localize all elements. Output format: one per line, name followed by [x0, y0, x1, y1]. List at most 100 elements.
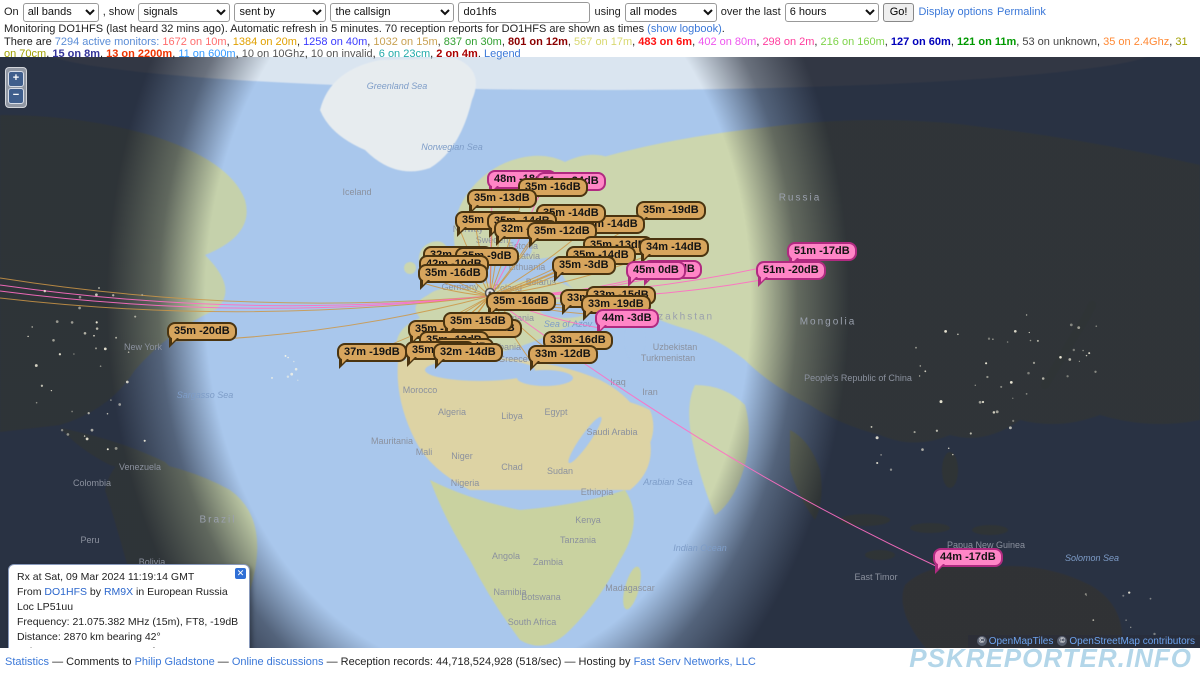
monitor-band-count: 837 on 30m: [444, 36, 502, 48]
map-place-label: Chad: [501, 462, 523, 472]
using-label: using: [594, 6, 620, 18]
monitor-band-count: 35 on 2.4Ghz: [1103, 36, 1169, 48]
monitor-band-count: 567 on 17m: [574, 36, 632, 48]
monitor-band-count: 1258 on 40m: [303, 36, 367, 48]
monitor-band-count: 402 on 80m: [698, 36, 756, 48]
footer-text: — Reception records: 44,718,524,928 (518…: [324, 656, 634, 668]
footer-link[interactable]: Philip Gladstone: [135, 656, 215, 668]
monitor-band-count: 13 on 2200m: [106, 48, 172, 60]
map-place-label: Russia: [779, 193, 822, 204]
monitor-band-count: 1672 on 10m: [162, 36, 226, 48]
direction-select[interactable]: sent by: [234, 3, 326, 22]
monitor-band-count: 11 on 600m: [178, 48, 235, 60]
monitor-band-count: 801 on 12m: [508, 36, 568, 48]
report-balloon[interactable]: 35m -16dB: [486, 292, 556, 311]
map-place-label: Turkmenistan: [641, 353, 695, 363]
monitor-band-count: 1384 on 20m: [233, 36, 297, 48]
report-balloon[interactable]: 34m -14dB: [639, 238, 709, 257]
report-balloon[interactable]: 35m -15dB: [443, 312, 513, 331]
map-place-label: Arabian Sea: [643, 477, 693, 487]
report-balloon[interactable]: 35m -16dB: [418, 264, 488, 283]
map-place-label: Botswana: [521, 592, 561, 602]
map-place-label: Mongolia: [800, 317, 857, 328]
timespan-select[interactable]: 6 hours: [785, 3, 879, 22]
report-balloon[interactable]: 44m -17dB: [933, 548, 1003, 567]
zoom-out-button[interactable]: −: [8, 88, 24, 104]
receiver-callsign-link[interactable]: RM9X: [104, 586, 133, 598]
map-place-label: East Timor: [854, 572, 897, 582]
monitors-counts: 1672 on 10m, 1384 on 20m, 1258 on 40m, 1…: [4, 36, 1188, 60]
report-balloon[interactable]: 44m -3dB: [595, 309, 659, 328]
map-place-label: Colombia: [73, 478, 111, 488]
monitor-band-count: 53 on unknown: [1022, 36, 1097, 48]
signals-select[interactable]: signals: [138, 3, 230, 22]
map-place-label: Nigeria: [451, 478, 480, 488]
monitoring-text: Monitoring DO1HFS (last heard 32 mins ag…: [4, 23, 647, 35]
map-place-label: Sudan: [547, 466, 573, 476]
map-place-label: Brazil: [199, 515, 236, 526]
sender-callsign-link[interactable]: DO1HFS: [44, 586, 87, 598]
display-options-link[interactable]: Display options: [918, 6, 993, 18]
report-balloon[interactable]: 32m -14dB: [433, 343, 503, 362]
report-balloon[interactable]: 35m -20dB: [167, 322, 237, 341]
zoom-in-button[interactable]: +: [8, 71, 24, 87]
monitor-band-count: 298 on 2m: [762, 36, 814, 48]
map-place-label: Norwegian Sea: [421, 142, 483, 152]
footer-link[interactable]: Statistics: [5, 656, 49, 668]
report-balloon[interactable]: 35m -13dB: [467, 189, 537, 208]
report-balloon[interactable]: 35m -19dB: [636, 201, 706, 220]
show-logbook-link[interactable]: (show logbook): [647, 23, 722, 35]
band-select[interactable]: all bands: [23, 3, 99, 22]
close-icon[interactable]: ✕: [235, 568, 246, 579]
monitoring-text: .: [722, 23, 725, 35]
map-place-label: Iceland: [342, 187, 371, 197]
map-place-label: Egypt: [544, 407, 567, 417]
map-place-label: Mauritania: [371, 436, 413, 446]
monitor-band-count: 216 on 160m: [821, 36, 885, 48]
popup-distance: Distance: 2870 km bearing 42°: [17, 630, 241, 645]
map-place-label: Libya: [501, 411, 523, 421]
entity-select[interactable]: the callsign: [330, 3, 454, 22]
callsign-input[interactable]: [458, 2, 590, 23]
footer-link[interactable]: Fast Serv Networks, LLC: [634, 656, 756, 668]
monitor-band-count: 10 on 10Ghz: [242, 48, 305, 60]
active-monitors-line: There are 7294 active monitors: 1672 on …: [4, 36, 1196, 60]
popup-rx-time: Rx at Sat, 09 Mar 2024 11:19:14 GMT: [17, 570, 241, 585]
footer-link[interactable]: Online discussions: [232, 656, 324, 668]
monitor-band-count: 10 on invalid: [311, 48, 373, 60]
map-place-label: Zambia: [533, 557, 563, 567]
over-label: over the last: [721, 6, 781, 18]
monitors-prefix: There are: [4, 36, 55, 48]
go-button[interactable]: Go!: [883, 3, 915, 22]
map-place-label: Sargasso Sea: [177, 390, 234, 400]
map-place-label: People's Republic of China: [804, 373, 912, 383]
show-label: , show: [103, 6, 135, 18]
map-place-label: Morocco: [403, 385, 438, 395]
world-map[interactable]: Greenland SeaNorwegian SeaIcelandNorwayS…: [0, 0, 1200, 675]
mode-select[interactable]: all modes: [625, 3, 717, 22]
monitor-band-count: 483 on 6m: [638, 36, 692, 48]
report-balloon[interactable]: 37m -19dB: [337, 343, 407, 362]
map-place-label: Solomon Sea: [1065, 553, 1119, 563]
popup-frequency: Frequency: 21.075.382 MHz (15m), FT8, -1…: [17, 615, 241, 630]
map-place-label: Venezuela: [119, 462, 161, 472]
monitor-band-count: 2 on 4m: [436, 48, 478, 60]
map-place-label: Algeria: [438, 407, 466, 417]
map-place-label: Greece: [498, 354, 528, 364]
report-balloon[interactable]: 33m -12dB: [528, 345, 598, 364]
report-balloon[interactable]: 35m -3dB: [552, 256, 616, 275]
permalink-link[interactable]: Permalink: [997, 6, 1046, 18]
report-balloon[interactable]: 51m -20dB: [756, 261, 826, 280]
map-place-label: Saudi Arabia: [586, 427, 637, 437]
monitor-band-count: 121 on 11m: [957, 36, 1016, 48]
report-balloon[interactable]: 45m 0dB: [626, 261, 686, 280]
map-place-label: Iraq: [610, 377, 626, 387]
report-balloon[interactable]: 51m -17dB: [787, 242, 857, 261]
map-place-label: Madagascar: [605, 583, 655, 593]
monitors-count-label: 7294 active monitors:: [55, 36, 160, 48]
map-place-label: Niger: [451, 451, 473, 461]
map-place-label: Germany: [441, 282, 478, 292]
popup-text: by: [87, 586, 104, 598]
legend-link[interactable]: Legend: [484, 48, 521, 60]
footer-text: —: [215, 656, 232, 668]
